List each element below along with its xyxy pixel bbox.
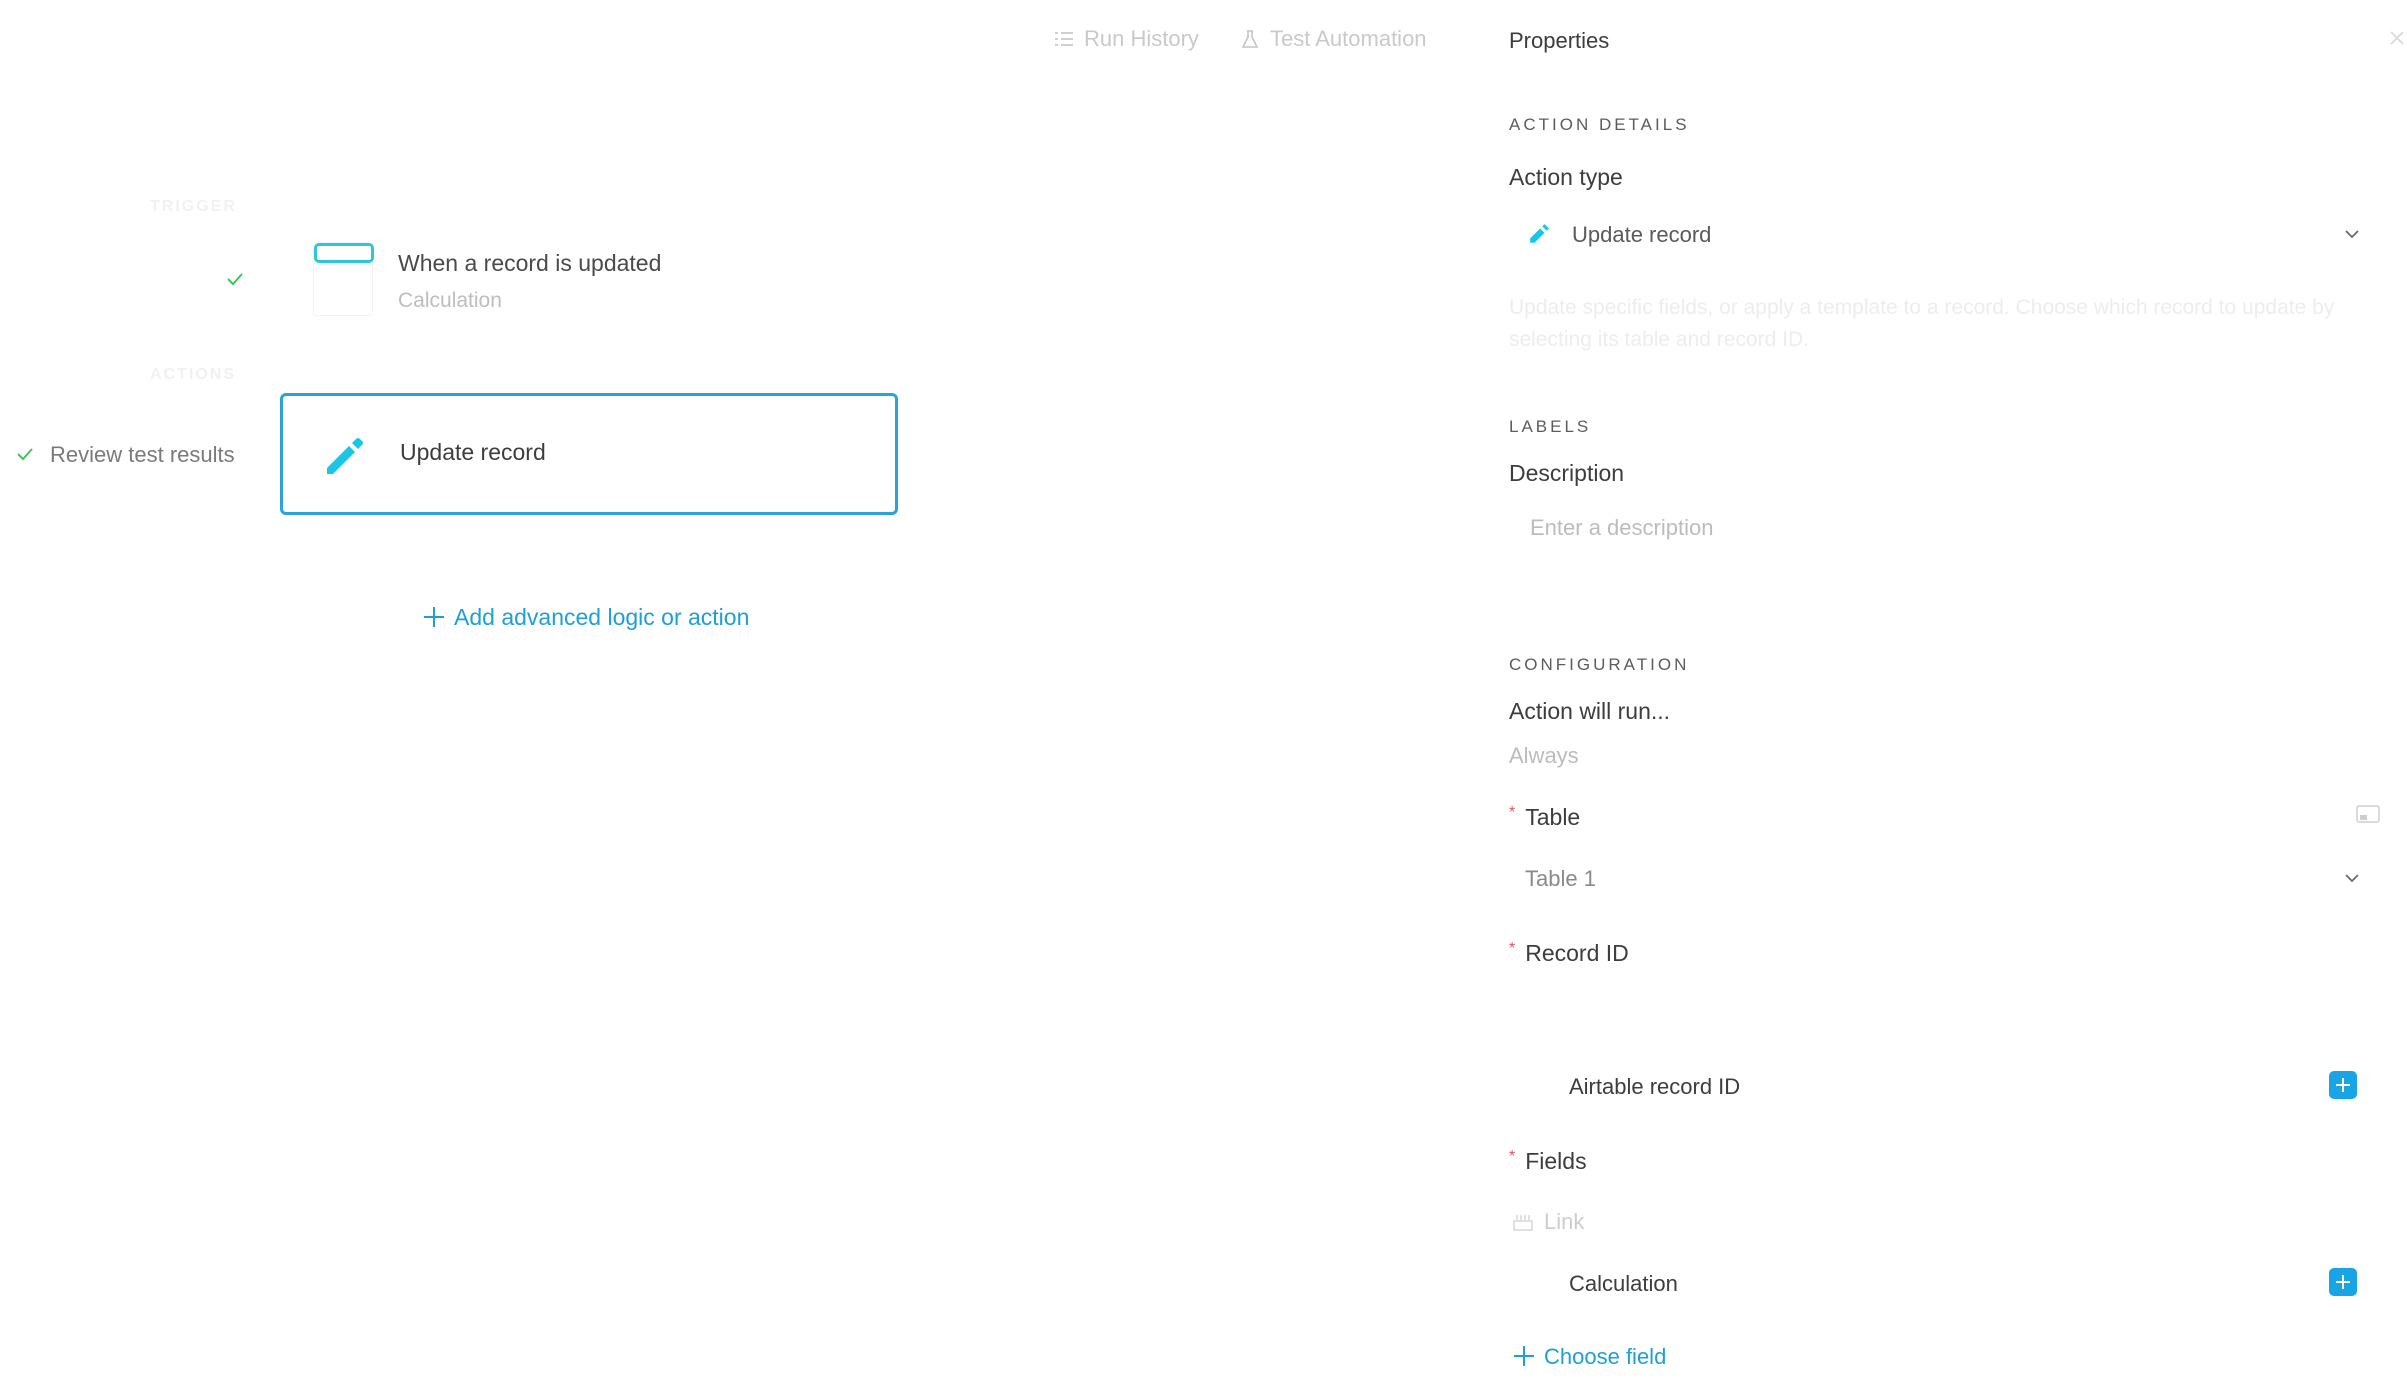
trigger-title: When a record is updated — [398, 250, 662, 276]
run-history-button[interactable]: Run History — [1054, 26, 1199, 52]
link-field-row: Link — [1512, 1209, 1584, 1235]
required-marker: * — [1509, 940, 1516, 957]
fields-label-text: Fields — [1525, 1148, 1587, 1174]
expand-icon[interactable] — [2356, 804, 2380, 824]
labels-heading: LABELS — [1509, 417, 1592, 436]
update-record-action-card[interactable]: Update record — [280, 393, 898, 515]
link-field-name: Link — [1544, 1209, 1585, 1234]
flask-icon — [1241, 30, 1259, 48]
add-logic-label: Add advanced logic or action — [454, 604, 750, 630]
test-automation-label: Test Automation — [1270, 26, 1427, 51]
record-id-insert-button[interactable] — [2329, 1071, 2357, 1099]
action-type-value: Update record — [1572, 222, 1712, 247]
record-id-field-label: * Record ID — [1509, 940, 1629, 967]
pencil-icon — [1530, 224, 1549, 243]
description-label: Description — [1509, 460, 1625, 486]
required-marker: * — [1509, 1148, 1516, 1165]
review-test-results-link[interactable]: Review test results — [50, 442, 235, 468]
table-select-value: Table 1 — [1525, 866, 1596, 891]
add-advanced-logic-button[interactable]: Add advanced logic or action — [424, 604, 749, 631]
description-input[interactable]: Enter a description — [1530, 515, 2370, 553]
trigger-check-icon — [227, 273, 243, 286]
chevron-down-icon — [2345, 230, 2359, 239]
table-field-label: * Table — [1509, 804, 1580, 831]
pencil-icon — [327, 438, 363, 474]
choose-field-label: Choose field — [1544, 1344, 1667, 1369]
record-id-token[interactable]: Airtable record ID — [1569, 1074, 1740, 1100]
fields-field-label: * Fields — [1509, 1148, 1587, 1175]
calendar-icon — [313, 242, 374, 316]
table-select[interactable]: Table 1 — [1509, 860, 2369, 906]
calculation-token[interactable]: Calculation — [1569, 1271, 1678, 1297]
required-marker: * — [1509, 804, 1516, 821]
action-run-label: Action will run... — [1509, 698, 1671, 724]
action-details-heading: ACTION DETAILS — [1509, 115, 1690, 134]
action-card-title: Update record — [400, 439, 546, 465]
list-icon — [1055, 32, 1073, 46]
trigger-step[interactable]: When a record is updated Calculation — [398, 250, 898, 314]
trigger-subtitle: Calculation — [398, 289, 502, 312]
record-id-label-text: Record ID — [1525, 940, 1629, 966]
configuration-heading: CONFIGURATION — [1509, 655, 1690, 674]
test-automation-button[interactable]: Test Automation — [1240, 26, 1427, 52]
trigger-section-heading: TRIGGER — [150, 198, 237, 215]
field-insert-button[interactable] — [2329, 1268, 2357, 1296]
review-check-icon — [17, 448, 33, 461]
action-type-description: Update specific fields, or apply a templ… — [1509, 296, 2335, 351]
chevron-down-icon — [2345, 874, 2359, 883]
action-type-select[interactable]: Update record — [1509, 210, 2369, 262]
link-field-icon — [1513, 1215, 1533, 1231]
plus-icon — [424, 607, 444, 627]
close-icon[interactable] — [2387, 28, 2407, 48]
actions-section-heading: ACTIONS — [150, 366, 236, 383]
panel-title: Properties — [1509, 28, 1610, 53]
action-type-label: Action type — [1509, 164, 1623, 190]
action-run-condition[interactable]: Always — [1509, 743, 1579, 769]
run-history-label: Run History — [1084, 26, 1199, 51]
choose-field-button[interactable]: Choose field — [1514, 1344, 1666, 1370]
table-label-text: Table — [1525, 804, 1581, 830]
plus-icon — [1514, 1346, 1534, 1366]
